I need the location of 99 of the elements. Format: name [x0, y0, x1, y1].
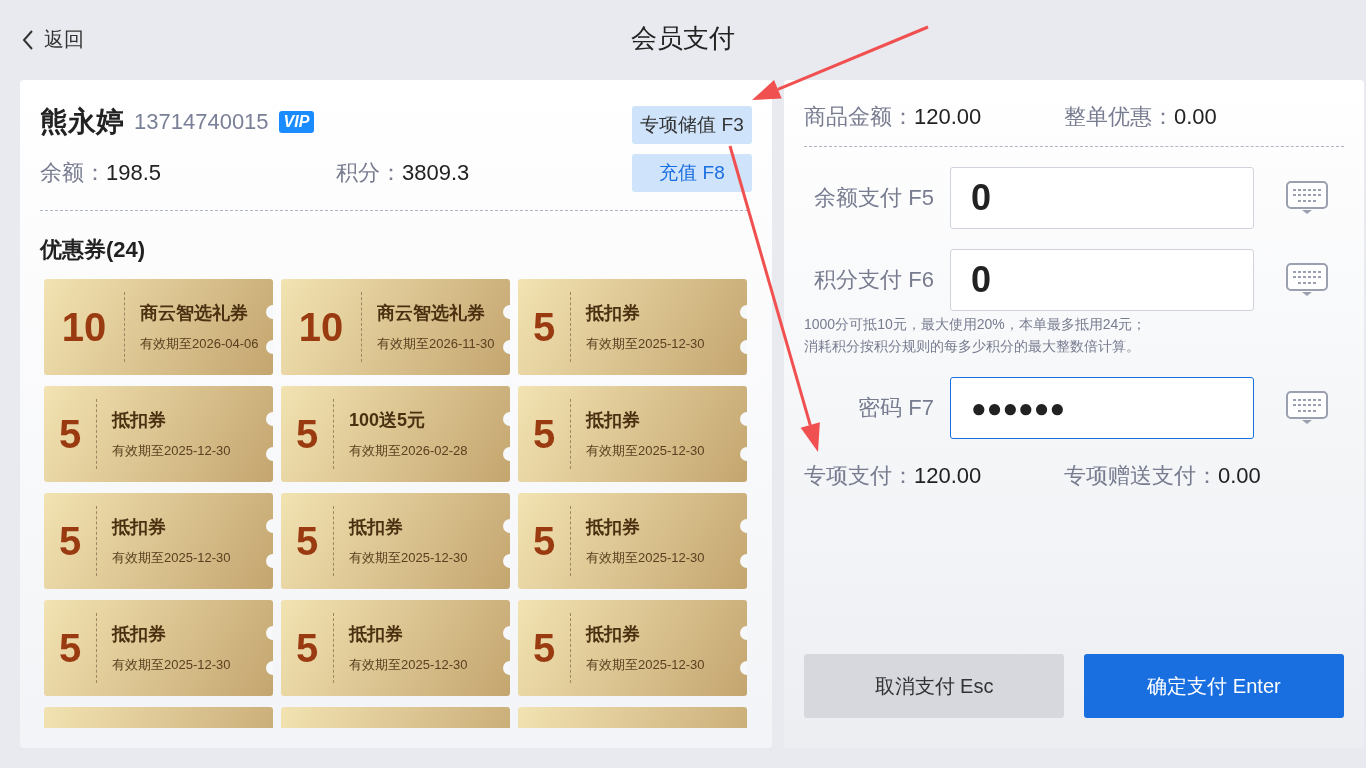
coupon-value: 5 — [531, 518, 557, 564]
ticket-notch — [740, 626, 747, 640]
ticket-notch — [503, 626, 510, 640]
ticket-notch — [740, 661, 747, 675]
coupons-title: 优惠券(24) — [40, 236, 147, 264]
points-text: 积分：3809.3 — [336, 159, 471, 187]
coupon-expiry: 有效期至2026-02-28 — [349, 442, 468, 460]
coupon-card[interactable]: 5 抵扣券 有效期至2025-12-30 — [44, 600, 273, 696]
ticket-notch — [740, 412, 747, 426]
keyboard-icon[interactable] — [1286, 263, 1328, 297]
coupon-expiry: 有效期至2025-12-30 — [349, 549, 468, 567]
coupon-name: 抵扣券 — [112, 623, 167, 646]
coupon-card[interactable]: 5 抵扣券 有效期至2025-12-30 — [518, 279, 747, 375]
coupon-card[interactable]: 5 抵扣券 有效期至2025-12-30 — [44, 493, 273, 589]
coupon-card[interactable]: 5 抵扣券 有效期至2025-12-30 — [518, 493, 747, 589]
ticket-notch — [503, 412, 510, 426]
coupon-value: 5 — [294, 625, 320, 671]
coupon-name: 抵扣券 — [112, 409, 167, 432]
coupon-name: 100送5元 — [349, 409, 427, 432]
field-label: 密码 F7 — [857, 394, 935, 422]
keyboard-icon[interactable] — [1286, 181, 1328, 215]
coupon-name: 抵扣券 — [349, 623, 404, 646]
ticket-notch — [266, 412, 273, 426]
special-pay-text: 专项赠送支付：0.00 — [1064, 462, 1262, 490]
coupon-expiry: 有效期至2025-12-30 — [112, 656, 231, 674]
coupon-card[interactable]: 5 抵扣券 有效期至2025-12-30 — [281, 600, 510, 696]
special-deposit-button[interactable]: 专项储值 F3 — [632, 106, 752, 144]
coupon-expiry: 有效期至2025-12-30 — [112, 442, 231, 460]
coupon-expiry: 有效期至2026-04-06 — [140, 335, 259, 353]
coupon-card[interactable]: 5 抵扣券 有效期至2025-12-30 — [44, 386, 273, 482]
ticket-notch — [503, 554, 510, 568]
ticket-notch — [503, 305, 510, 319]
member-phone: 13714740015 — [134, 109, 269, 135]
ticket-notch — [266, 305, 273, 319]
coupon-expiry: 有效期至2025-12-30 — [586, 656, 705, 674]
confirm-button[interactable]: 确定支付 Enter — [1084, 654, 1344, 718]
coupon-card[interactable]: 10 商云智选礼券 有效期至2026-04-06 — [44, 279, 273, 375]
page-title: 会员支付 — [631, 21, 735, 55]
coupon-expiry: 有效期至2025-12-30 — [349, 656, 468, 674]
ticket-notch — [266, 519, 273, 533]
ticket-notch — [503, 447, 510, 461]
ticket-notch — [266, 554, 273, 568]
balance-text: 余额：198.5 — [40, 159, 163, 187]
ticket-notch — [503, 340, 510, 354]
coupon-value: 5 — [531, 411, 557, 457]
ticket-notch — [503, 661, 510, 675]
special-pay-text: 专项支付：120.00 — [804, 462, 983, 490]
points-note: 1000分可抵10元，最大使用20%，本单最多抵用24元； 消耗积分按积分规则的每多少积分的最大整数倍计算。 — [804, 315, 1148, 356]
coupon-value: 5 — [531, 304, 557, 350]
summary-text: 整单优惠：0.00 — [1064, 103, 1218, 131]
coupon-card[interactable]: 5 抵扣券 有效期至2025-12-30 — [281, 493, 510, 589]
coupon-value: 5 — [57, 625, 83, 671]
coupon-name: 商云智选礼券 — [140, 302, 249, 325]
ticket-notch — [740, 519, 747, 533]
ticket-notch — [740, 305, 747, 319]
password-field[interactable]: ●●●●●● — [950, 377, 1254, 439]
coupon-name: 抵扣券 — [586, 302, 641, 325]
summary-text: 商品金额：120.00 — [804, 103, 983, 131]
coupon-value: 10 — [297, 304, 345, 350]
back-button[interactable]: 返回 — [22, 26, 84, 53]
coupon-expiry: 有效期至2025-12-30 — [112, 549, 231, 567]
coupon-value: 5 — [294, 518, 320, 564]
ticket-notch — [740, 340, 747, 354]
recharge-button[interactable]: 充值 F8 — [632, 154, 752, 192]
field-label: 积分支付 F6 — [813, 266, 935, 294]
coupon-value: 5 — [57, 411, 83, 457]
coupon-name: 商云智选礼券 — [377, 302, 486, 325]
coupon-name: 抵扣券 — [586, 516, 641, 539]
coupon-name: 抵扣券 — [586, 623, 641, 646]
chevron-left-icon — [22, 29, 34, 50]
coupon-expiry: 有效期至2025-12-30 — [586, 549, 705, 567]
coupon-card[interactable]: 10 商云智选礼券 有效期至2026-11-30 — [281, 279, 510, 375]
field-label: 余额支付 F5 — [813, 184, 935, 212]
cancel-button[interactable]: 取消支付 Esc — [804, 654, 1064, 718]
ticket-notch — [740, 447, 747, 461]
ticket-notch — [503, 519, 510, 533]
ticket-notch — [740, 554, 747, 568]
ticket-notch — [266, 447, 273, 461]
coupon-card[interactable]: 5 抵扣券 有效期至2025-12-30 — [518, 600, 747, 696]
coupon-card[interactable]: 5 抵扣券 有效期至2025-12-30 — [518, 386, 747, 482]
amount-field[interactable]: 0 — [950, 249, 1254, 311]
coupon-expiry: 有效期至2026-11-30 — [377, 335, 495, 353]
vip-badge: VIP — [278, 111, 315, 133]
coupon-value: 5 — [57, 518, 83, 564]
coupon-name: 抵扣券 — [349, 516, 404, 539]
coupon-expiry: 有效期至2025-12-30 — [586, 442, 705, 460]
ticket-notch — [266, 340, 273, 354]
ticket-notch — [266, 661, 273, 675]
coupon-value: 10 — [60, 304, 108, 350]
coupon-card[interactable]: 5 100送5元 有效期至2026-02-28 — [281, 386, 510, 482]
keyboard-icon[interactable] — [1286, 391, 1328, 425]
coupon-name: 抵扣券 — [112, 516, 167, 539]
coupon-value: 5 — [294, 411, 320, 457]
amount-field[interactable]: 0 — [950, 167, 1254, 229]
coupon-name: 抵扣券 — [586, 409, 641, 432]
ticket-notch — [266, 626, 273, 640]
member-name: 熊永婷 — [40, 105, 124, 139]
coupon-value: 5 — [531, 625, 557, 671]
coupon-expiry: 有效期至2025-12-30 — [586, 335, 705, 353]
